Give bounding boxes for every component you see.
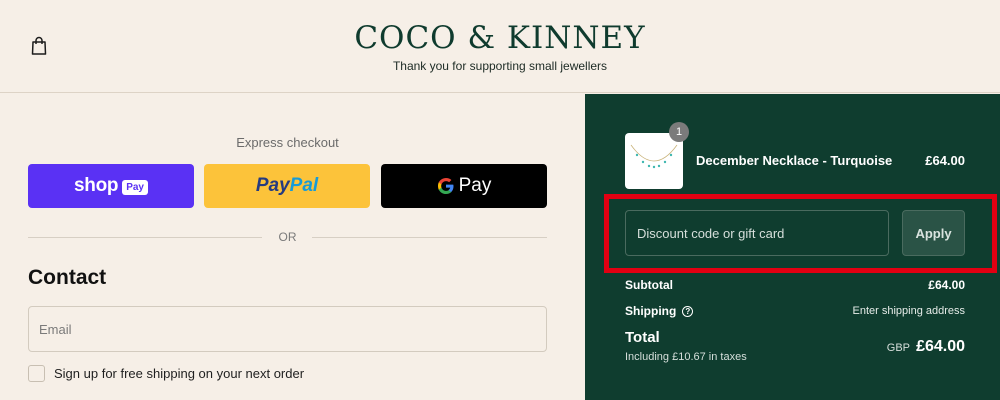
paypal-button[interactable]: Pay Pal <box>204 164 370 208</box>
subtotal-label: Subtotal <box>625 278 673 292</box>
checkout-main: Express checkout shop Pay Pay Pal Pay OR … <box>0 94 585 400</box>
subtotal-value: £64.00 <box>928 278 965 292</box>
necklace-image <box>630 144 678 169</box>
help-icon[interactable]: ? <box>682 305 694 317</box>
shipping-value: Enter shipping address <box>852 305 965 317</box>
checkout-header: COCO & KINNEY Thank you for supporting s… <box>0 0 1000 93</box>
paypal-logo-pal: Pal <box>289 175 319 196</box>
discount-code-input[interactable] <box>625 210 889 256</box>
divider-right <box>312 237 547 238</box>
newsletter-checkbox-label[interactable]: Sign up for free shipping on your next o… <box>54 366 304 381</box>
product-name: December Necklace - Turquoise <box>696 153 893 168</box>
order-summary: 1 December Necklace - Turquoise £64.00 A… <box>585 94 1000 400</box>
shop-pay-button[interactable]: shop Pay <box>28 164 194 208</box>
shipping-label: Shipping <box>625 304 677 318</box>
paypal-logo-pay: Pay <box>255 175 290 196</box>
apply-discount-button[interactable]: Apply <box>902 210 965 256</box>
product-price: £64.00 <box>925 153 965 168</box>
currency-code: GBP <box>886 342 910 354</box>
brand-tagline: Thank you for supporting small jewellers <box>392 59 608 73</box>
product-thumbnail <box>625 133 683 189</box>
newsletter-checkbox[interactable] <box>28 365 45 382</box>
contact-heading: Contact <box>28 266 107 289</box>
google-pay-label: Pay <box>458 175 492 196</box>
express-checkout-label: Express checkout <box>236 135 339 150</box>
shop-pay-logo-text: shop <box>74 175 119 196</box>
total-label: Total <box>625 329 660 346</box>
quantity-badge: 1 <box>669 122 689 142</box>
google-g-icon <box>437 178 454 194</box>
shop-pay-pill: Pay <box>122 179 148 195</box>
email-field[interactable] <box>28 306 547 352</box>
tax-note: Including £10.67 in taxes <box>625 351 747 363</box>
brand-logo[interactable]: COCO & KINNEY <box>0 20 1000 56</box>
total-value: £64.00 <box>916 338 965 355</box>
shipping-row: Shipping ? <box>625 304 694 318</box>
google-pay-button[interactable]: Pay <box>381 164 547 208</box>
